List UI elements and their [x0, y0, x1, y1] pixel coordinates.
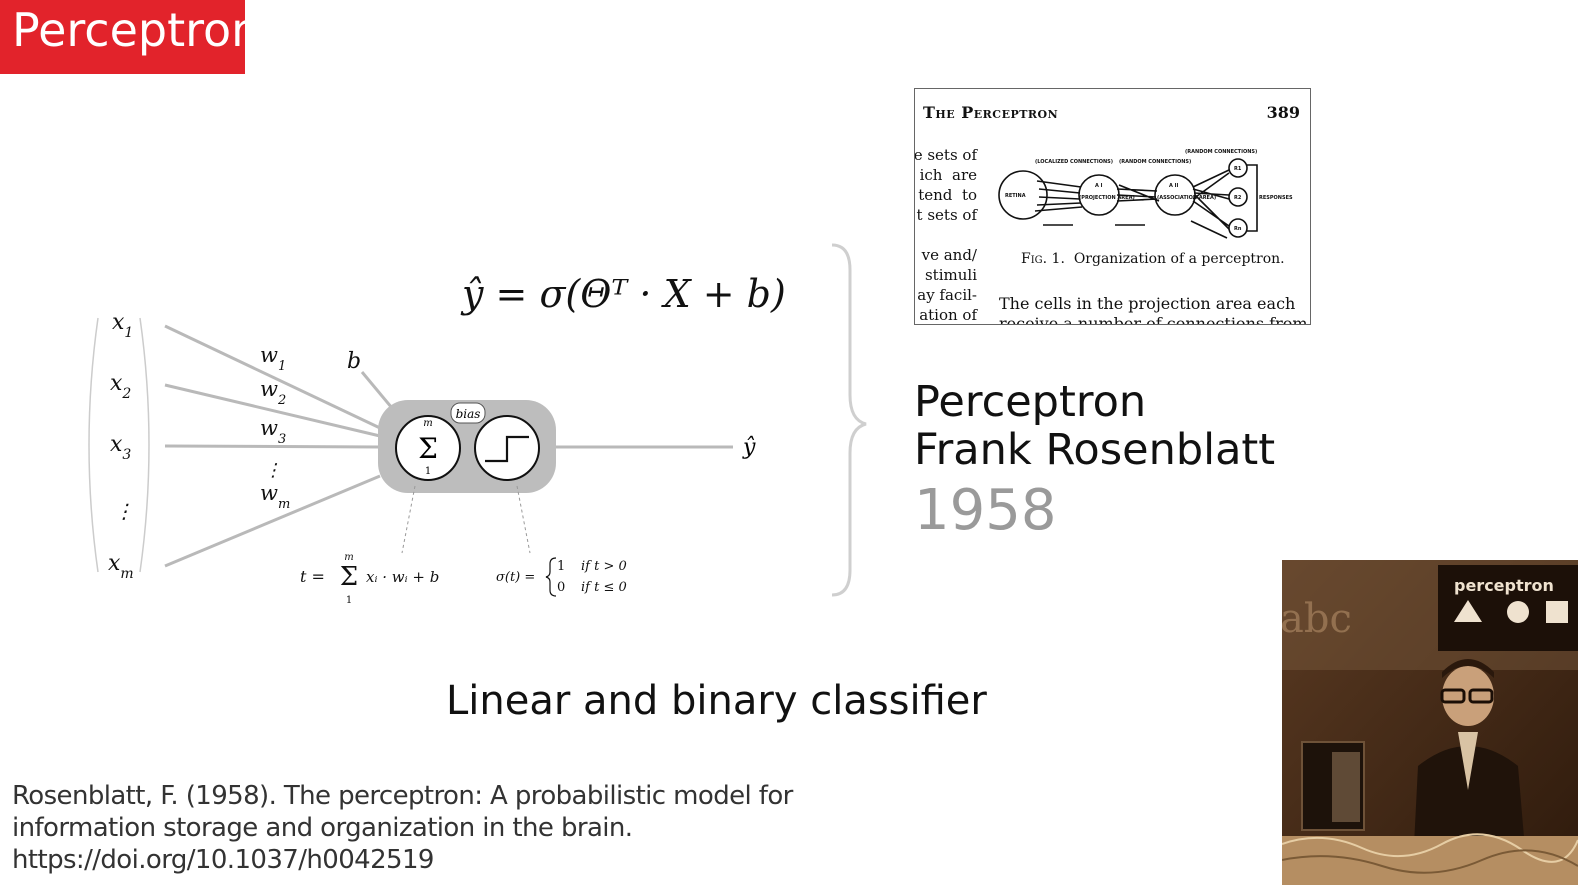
- sign-square-icon: [1546, 601, 1568, 623]
- apparatus-grid: [1332, 752, 1360, 822]
- side-title-line-1: Perceptron: [914, 377, 1147, 427]
- reference: Rosenblatt, F. (1958). The perceptron: A…: [12, 780, 793, 876]
- localized-connections: [1034, 180, 1083, 212]
- vector-left-paren: [88, 317, 99, 573]
- r1-text: R1: [1234, 166, 1242, 172]
- association-text: (ASSOCIATION AREA): [1157, 195, 1216, 201]
- random2-text: (RANDOM CONNECTIONS): [1185, 149, 1257, 155]
- rn-text: Rn: [1234, 226, 1242, 232]
- side-author: Frank Rosenblatt: [914, 425, 1276, 475]
- side-year: 1958: [914, 478, 1057, 543]
- reference-line-2: information storage and organization in …: [12, 813, 633, 843]
- sum-formula: t = m Σ 1 xᵢ · wᵢ + b: [300, 552, 439, 606]
- output-label: ŷ: [742, 435, 756, 460]
- paper-page-number: 389: [1266, 103, 1300, 122]
- bias-label: b: [347, 349, 361, 374]
- case1-condition: if t > 0: [581, 559, 627, 574]
- cases-brace: [545, 557, 557, 597]
- photo-illustration: abc perceptron: [1282, 560, 1578, 885]
- photo-background-letters: abc: [1282, 596, 1352, 642]
- input-ellipsis: ⋮: [114, 499, 134, 523]
- rosenblatt-photo: abc perceptron: [1282, 560, 1578, 885]
- bias-line: [360, 371, 394, 409]
- r2-text: R2: [1234, 195, 1242, 201]
- paper-caption-text: Organization of a perceptron.: [1073, 251, 1285, 267]
- response-bracket: [1247, 164, 1258, 232]
- paper-column-text: e sets of ich are tend to t sets of ve a…: [914, 146, 977, 324]
- paper-header: The Perceptron: [923, 103, 1059, 122]
- feedback-arrows: [1043, 220, 1228, 239]
- projection-text: (PROJECTION AREA): [1079, 195, 1135, 201]
- side-title: Perceptron Frank Rosenblatt: [914, 378, 1275, 474]
- person-face: [1442, 666, 1494, 726]
- case1-value: 1: [557, 559, 565, 574]
- sum-upper-limit: m: [423, 418, 432, 429]
- straw-table: [1282, 836, 1578, 885]
- sum-leader-line: [401, 485, 416, 554]
- sum-lower-limit: 1: [425, 466, 431, 477]
- sign-circle-icon: [1507, 601, 1529, 623]
- sum-formula-sigma: Σ: [340, 562, 358, 592]
- a2-text: A II: [1169, 183, 1178, 189]
- case2-value: 0: [557, 580, 565, 595]
- weight-w3-label: w3: [260, 416, 286, 447]
- random1-text: (RANDOM CONNECTIONS): [1119, 159, 1191, 165]
- paper-body-line-1: The cells in the projection area each: [999, 294, 1296, 313]
- weight-line-3: [164, 444, 381, 449]
- bias-tag-label: bias: [456, 407, 481, 421]
- sum-formula-lhs: t =: [300, 567, 325, 586]
- responses-text: RESPONSES: [1259, 195, 1293, 201]
- input-x3-label: x3: [110, 432, 131, 463]
- activation-formula-lhs: σ(t) =: [496, 570, 535, 585]
- main-formula: ŷ = σ(Θᵀ · X + b): [460, 272, 786, 316]
- input-x1-label: x1: [112, 310, 133, 341]
- paper-body-line-2: receive a number of connections from: [999, 314, 1308, 325]
- localized-text: (LOCALIZED CONNECTIONS): [1035, 159, 1113, 165]
- paper-excerpt: The Perceptron 389 e sets of ich are ten…: [914, 88, 1311, 325]
- retina-text: RETINA: [1005, 193, 1026, 199]
- sum-formula-rhs: xᵢ · wᵢ + b: [366, 568, 439, 586]
- a1-text: A I: [1095, 183, 1103, 189]
- activation-leader-line: [516, 485, 531, 554]
- paper-caption: Fig. 1. Organization of a perceptron.: [1021, 251, 1285, 267]
- sum-formula-lower: 1: [346, 595, 352, 606]
- tagline: Linear and binary classifier: [446, 678, 987, 724]
- grouping-brace: [831, 243, 867, 597]
- weight-wm-label: wm: [260, 481, 290, 512]
- reference-line-1: Rosenblatt, F. (1958). The perceptron: A…: [12, 781, 793, 811]
- paper-figure: RETINA A I (PROJECTION AREA) A II (ASSOC…: [998, 149, 1293, 239]
- input-xm-label: xm: [108, 551, 134, 582]
- paper-caption-fig: Fig. 1.: [1021, 251, 1065, 267]
- reference-doi-link[interactable]: https://doi.org/10.1037/h0042519: [12, 844, 793, 876]
- input-x2-label: x2: [110, 371, 131, 402]
- weight-ellipsis: ⋮: [264, 460, 282, 481]
- weight-w1-label: w1: [260, 343, 286, 374]
- sign-text: perceptron: [1454, 576, 1554, 595]
- case2-condition: if t ≤ 0: [581, 580, 627, 595]
- activation-formula: σ(t) = 1 if t > 0 0 if t ≤ 0: [496, 557, 627, 597]
- vector-right-paren: [139, 317, 150, 573]
- sigma-symbol: Σ: [418, 432, 438, 465]
